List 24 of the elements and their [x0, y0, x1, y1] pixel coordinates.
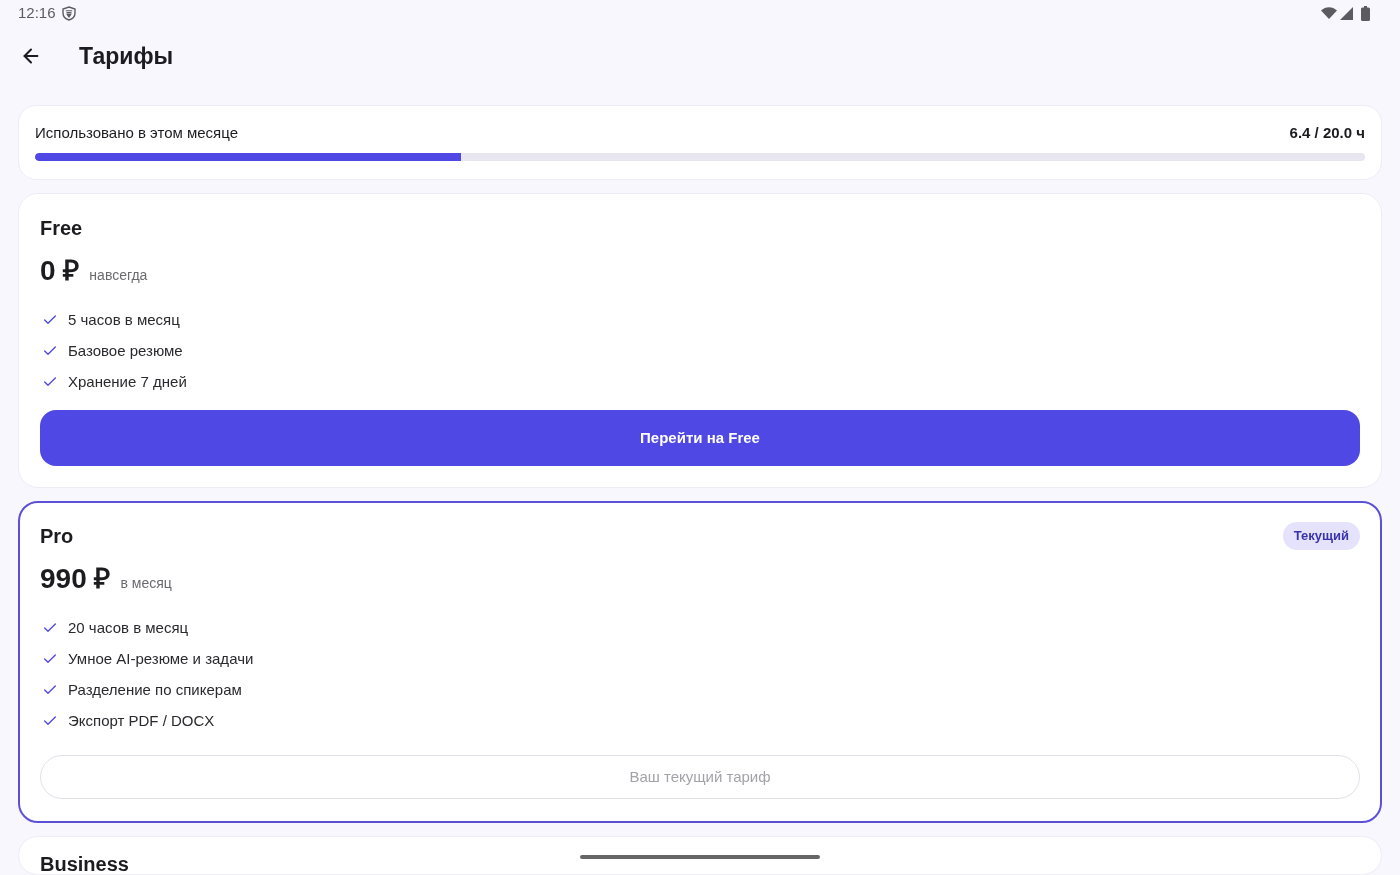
- feature-text: Умное AI-резюме и задачи: [68, 649, 254, 669]
- plan-name: Business: [40, 854, 129, 874]
- plan-name: Pro: [40, 526, 74, 546]
- shield-icon: [61, 5, 76, 21]
- signal-icon: [1340, 6, 1353, 20]
- feature-text: Экспорт PDF / DOCX: [68, 711, 215, 731]
- feature-text: 20 часов в месяц: [68, 618, 189, 638]
- feature-text: Базовое резюме: [68, 341, 183, 361]
- battery-icon: [1361, 5, 1370, 21]
- usage-label: Использовано в этом месяце: [35, 122, 238, 143]
- plan-period: навсегда: [89, 266, 148, 285]
- usage-reading: 6.4 / 20.0 ч: [1289, 122, 1365, 143]
- page-title: Тарифы: [79, 41, 174, 71]
- feature-text: 5 часов в месяц: [68, 310, 180, 330]
- plan-price: 990 ₽: [40, 562, 111, 596]
- wifi-icon: [1321, 7, 1337, 19]
- plan-button[interactable]: Перейти на Free: [40, 410, 1360, 466]
- plan-badge: Текущий: [1282, 522, 1360, 550]
- plan-period: в месяц: [120, 574, 172, 593]
- plan-name: Free: [40, 218, 83, 238]
- status-time: 12:16: [18, 2, 56, 23]
- plan-price: 0 ₽: [40, 254, 80, 288]
- feature-text: Хранение 7 дней: [68, 372, 187, 392]
- feature-text: Разделение по спикерам: [68, 680, 242, 700]
